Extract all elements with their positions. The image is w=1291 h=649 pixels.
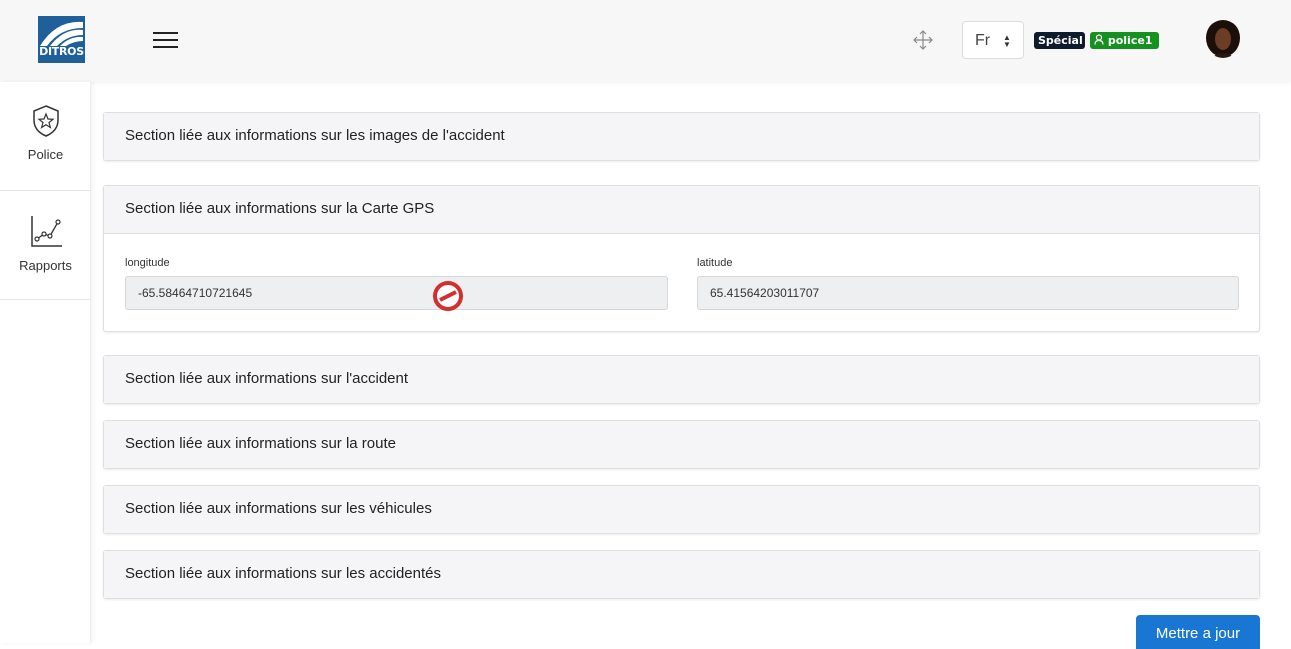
select-arrows-icon: ▲ ▼: [1003, 33, 1011, 49]
section-images-header[interactable]: Section liée aux informations sur les im…: [104, 113, 1259, 160]
section-accidentes-panel: Section liée aux informations sur les ac…: [103, 550, 1260, 599]
sidebar-item-rapports[interactable]: Rapports: [0, 191, 91, 300]
latitude-field[interactable]: 65.41564203011707: [697, 276, 1239, 310]
section-gps-header[interactable]: Section liée aux informations sur la Car…: [104, 186, 1259, 233]
user-badge-label: police1: [1107, 34, 1153, 47]
line-chart-icon: [30, 216, 62, 247]
latitude-value: 65.41564203011707: [710, 286, 820, 300]
user-badge: police1: [1090, 32, 1159, 49]
latitude-label: latitude: [697, 257, 733, 269]
section-accidentes-header[interactable]: Section liée aux informations sur les ac…: [104, 551, 1259, 598]
hamburger-line: [153, 32, 178, 34]
section-vehicules-header[interactable]: Section liée aux informations sur les vé…: [104, 486, 1259, 533]
logo-text: DITROS: [39, 45, 84, 58]
longitude-field[interactable]: -65.58464710721645: [125, 276, 668, 311]
section-images-panel: Section liée aux informations sur les im…: [103, 112, 1260, 161]
section-route-header[interactable]: Section liée aux informations sur la rou…: [104, 421, 1259, 468]
section-route-panel: Section liée aux informations sur la rou…: [103, 420, 1260, 469]
update-button[interactable]: Mettre a jour: [1136, 615, 1260, 649]
ditros-logo[interactable]: DITROS: [38, 16, 85, 63]
hamburger-line: [153, 39, 178, 41]
fullscreen-move-icon[interactable]: [912, 29, 934, 51]
longitude-value: -65.58464710721645: [138, 286, 253, 300]
language-select[interactable]: Fr ▲ ▼: [962, 21, 1024, 59]
gps-body: longitude -65.58464710721645 latitude 65…: [104, 233, 1259, 331]
section-accident-header[interactable]: Section liée aux informations sur l'acci…: [104, 356, 1259, 403]
sidebar-item-label: Rapports: [19, 258, 72, 273]
sidebar: Police Rapports: [0, 82, 91, 643]
user-avatar[interactable]: [1205, 20, 1241, 58]
top-bar: DITROS Fr ▲ ▼ Spécial police1: [0, 0, 1291, 82]
longitude-label: longitude: [125, 257, 170, 269]
shield-star-icon: [32, 105, 59, 137]
language-value: Fr: [975, 32, 991, 49]
sidebar-item-police[interactable]: Police: [0, 82, 91, 191]
menu-toggle-button[interactable]: [153, 30, 179, 50]
user-icon: [1094, 34, 1104, 45]
role-badge: Spécial: [1034, 32, 1085, 49]
section-vehicules-panel: Section liée aux informations sur les vé…: [103, 485, 1260, 534]
not-allowed-cursor-icon: [433, 281, 463, 311]
avatar-image: [1205, 20, 1241, 58]
sidebar-item-label: Police: [27, 147, 64, 162]
section-accident-panel: Section liée aux informations sur l'acci…: [103, 355, 1260, 404]
hamburger-line: [153, 46, 178, 48]
section-gps-panel: Section liée aux informations sur la Car…: [103, 185, 1260, 332]
